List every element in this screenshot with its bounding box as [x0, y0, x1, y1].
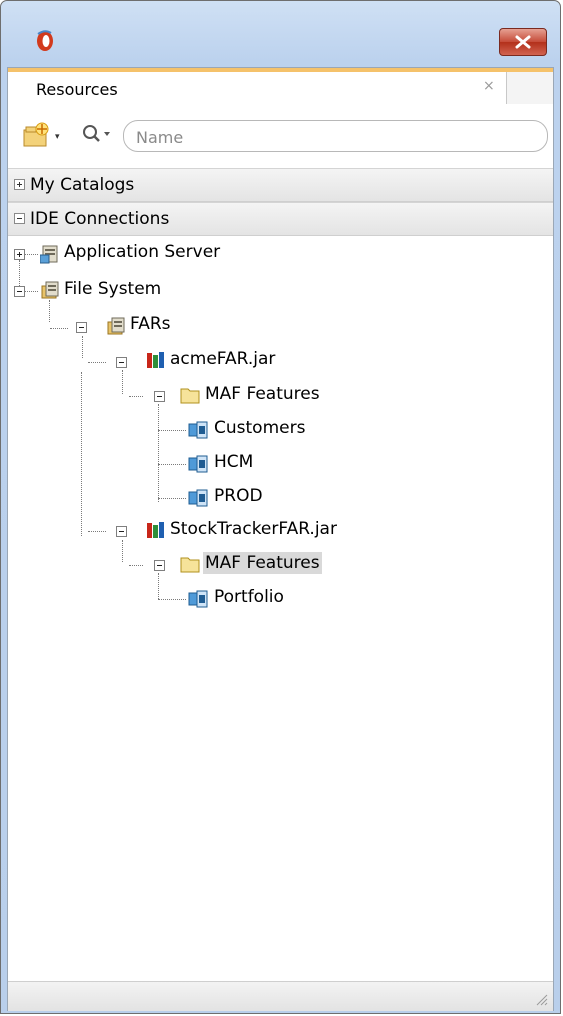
resources-window: Resources × ▾ My Catalogs IDE Connection…: [0, 0, 561, 1014]
new-dropdown-icon[interactable]: ▾: [55, 132, 60, 142]
expand-icon[interactable]: [14, 179, 25, 190]
search-input[interactable]: [123, 120, 548, 152]
tree-node-prod[interactable]: PROD: [212, 485, 265, 507]
search-input-field[interactable]: [134, 125, 538, 149]
jar-library-icon: [147, 522, 164, 538]
feature-icon: [188, 455, 208, 473]
tree-node-hcm[interactable]: HCM: [212, 451, 255, 473]
app-logo-icon: [37, 30, 53, 51]
expand-icon[interactable]: [14, 249, 25, 260]
collapse-icon[interactable]: [76, 322, 87, 333]
status-bar: [8, 981, 553, 1011]
tree-node-application-server[interactable]: Application Server: [62, 241, 222, 263]
tree-node-portfolio[interactable]: Portfolio: [212, 586, 286, 608]
tree-node-file-system[interactable]: File System: [62, 278, 163, 300]
resize-grip-icon[interactable]: [534, 992, 548, 1006]
collapse-icon[interactable]: [154, 391, 165, 402]
tree-node-maf-features[interactable]: MAF Features: [203, 383, 322, 405]
collapse-icon[interactable]: [14, 286, 25, 297]
section-my-catalogs[interactable]: My Catalogs: [8, 168, 553, 202]
fars-icon: [107, 317, 125, 335]
feature-icon: [188, 489, 208, 507]
tree-node-maf-features-selected[interactable]: MAF Features: [203, 552, 322, 574]
section-ide-connections[interactable]: IDE Connections: [8, 202, 553, 236]
folder-icon: [180, 388, 200, 404]
tab-label: Resources: [36, 80, 118, 99]
tree-node-acme-far-jar[interactable]: acmeFAR.jar: [168, 348, 277, 370]
jar-library-icon: [147, 352, 164, 368]
close-icon: [515, 35, 531, 49]
feature-icon: [188, 421, 208, 439]
folder-icon: [180, 557, 200, 573]
tab-close-icon[interactable]: ×: [483, 78, 495, 94]
server-icon: [40, 245, 58, 264]
new-connection-icon[interactable]: [22, 120, 52, 148]
collapse-icon[interactable]: [116, 526, 127, 537]
feature-icon: [188, 590, 208, 608]
tab-resources[interactable]: Resources ×: [8, 72, 507, 104]
collapse-icon[interactable]: [14, 213, 25, 224]
connections-tree: Application Server File System FARs acme…: [8, 238, 553, 968]
panel-client: Resources × ▾ My Catalogs IDE Connection…: [7, 67, 554, 1011]
tree-node-customers[interactable]: Customers: [212, 417, 307, 439]
file-system-icon: [41, 281, 59, 299]
tree-node-stocktracker-far-jar[interactable]: StockTrackerFAR.jar: [168, 518, 339, 540]
tab-strip: Resources ×: [8, 68, 553, 104]
collapse-icon[interactable]: [154, 560, 165, 571]
section-label: My Catalogs: [30, 175, 135, 195]
tree-node-fars[interactable]: FARs: [128, 313, 173, 335]
search-icon[interactable]: [80, 122, 114, 146]
collapse-icon[interactable]: [116, 357, 127, 368]
section-label: IDE Connections: [30, 209, 170, 229]
window-close-button[interactable]: [499, 28, 547, 56]
